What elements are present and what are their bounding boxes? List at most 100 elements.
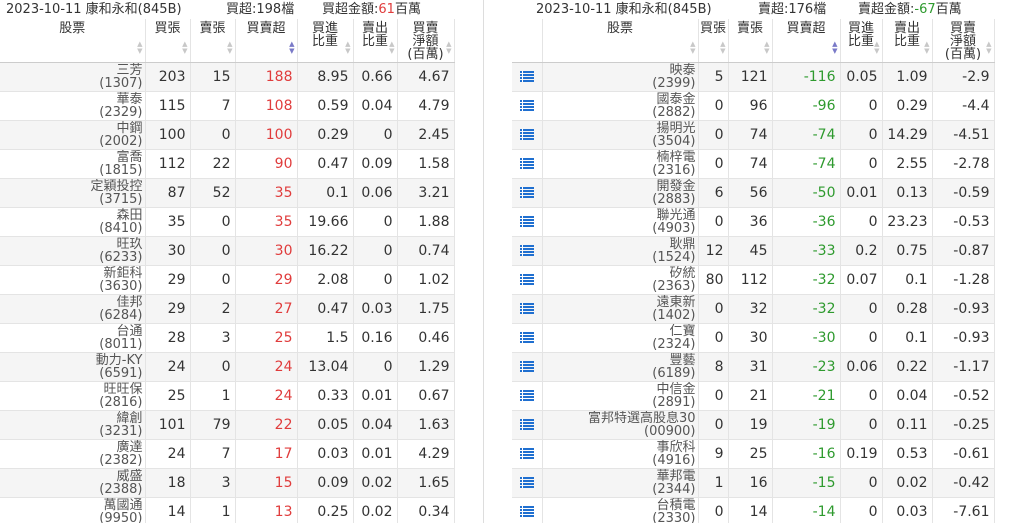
- stock-name[interactable]: 華泰: [0, 93, 142, 106]
- stock-name[interactable]: 遠東新: [543, 296, 695, 309]
- table-row[interactable]: 新鉅科 (3630) 29 0 29 2.08 0 1.02: [0, 265, 455, 295]
- sort-arrows-icon[interactable]: ▲ ▼: [986, 41, 991, 55]
- stock-cell[interactable]: 國泰金 (2882): [542, 91, 699, 121]
- stock-name[interactable]: 耿鼎: [543, 238, 695, 251]
- stock-cell[interactable]: 動力-KY (6591): [0, 352, 146, 382]
- stock-cell[interactable]: 矽統 (2363): [542, 265, 699, 295]
- row-action-cell[interactable]: [512, 178, 543, 208]
- sort-arrows-icon[interactable]: ▲ ▼: [720, 41, 725, 55]
- column-header-sell-lots[interactable]: 賣張 ▲ ▼: [190, 19, 236, 63]
- list-icon[interactable]: [519, 506, 534, 517]
- stock-name[interactable]: 富喬: [0, 151, 142, 164]
- stock-cell[interactable]: 中信金 (2891): [542, 381, 699, 411]
- stock-name[interactable]: 定穎投控: [0, 180, 142, 193]
- column-header-buy-lots[interactable]: 買張 ▲ ▼: [698, 19, 729, 63]
- sort-arrows-icon[interactable]: ▲ ▼: [227, 41, 232, 55]
- list-icon[interactable]: [519, 419, 534, 430]
- list-icon[interactable]: [519, 274, 534, 285]
- stock-cell[interactable]: 富邦特選高股息30 (00900): [542, 410, 699, 440]
- stock-cell[interactable]: 台積電 (2330): [542, 497, 699, 523]
- stock-cell[interactable]: 映泰 (2399): [542, 62, 699, 92]
- list-icon[interactable]: [519, 303, 534, 314]
- table-row[interactable]: 豐藝 (6189) 8 31 -23 0.06 0.22 -1.17: [512, 352, 995, 382]
- column-header-buy-ratio[interactable]: 買進 比重 ▲ ▼: [297, 19, 354, 63]
- stock-cell[interactable]: 旺旺保 (2816): [0, 381, 146, 411]
- table-row[interactable]: 揚明光 (3504) 0 74 -74 0 14.29 -4.51: [512, 120, 995, 150]
- row-action-cell[interactable]: [512, 439, 543, 469]
- stock-name[interactable]: 揚明光: [543, 122, 695, 135]
- list-icon[interactable]: [519, 100, 534, 111]
- table-row[interactable]: 華邦電 (2344) 1 16 -15 0 0.02 -0.42: [512, 468, 995, 498]
- stock-cell[interactable]: 萬國通 (9950): [0, 497, 146, 523]
- table-row[interactable]: 矽統 (2363) 80 112 -32 0.07 0.1 -1.28: [512, 265, 995, 295]
- column-header-net-lots[interactable]: 買賣超 ▲ ▼: [235, 19, 298, 63]
- column-header-net-amount[interactable]: 買賣 淨額 (百萬) ▲ ▼: [397, 19, 455, 63]
- stock-name[interactable]: 仁寶: [543, 325, 695, 338]
- stock-name[interactable]: 聯光通: [543, 209, 695, 222]
- stock-name[interactable]: 威盛: [0, 470, 142, 483]
- table-row[interactable]: 開發金 (2883) 6 56 -50 0.01 0.13 -0.59: [512, 178, 995, 208]
- stock-cell[interactable]: 耿鼎 (1524): [542, 236, 699, 266]
- stock-name[interactable]: 映泰: [543, 64, 695, 77]
- stock-cell[interactable]: 華泰 (2329): [0, 91, 146, 121]
- stock-name[interactable]: 台通: [0, 325, 142, 338]
- row-action-cell[interactable]: [512, 410, 543, 440]
- sort-arrows-icon[interactable]: ▲ ▼: [764, 41, 769, 55]
- sort-arrows-icon[interactable]: ▲ ▼: [924, 41, 929, 55]
- stock-cell[interactable]: 事欣科 (4916): [542, 439, 699, 469]
- stock-cell[interactable]: 威盛 (2388): [0, 468, 146, 498]
- row-action-cell[interactable]: [512, 236, 543, 266]
- list-icon[interactable]: [519, 245, 534, 256]
- stock-name[interactable]: 三芳: [0, 64, 142, 77]
- row-action-cell[interactable]: [512, 323, 543, 353]
- list-icon[interactable]: [519, 361, 534, 372]
- table-row[interactable]: 富喬 (1815) 112 22 90 0.47 0.09 1.58: [0, 149, 455, 179]
- stock-cell[interactable]: 富喬 (1815): [0, 149, 146, 179]
- row-action-cell[interactable]: [512, 468, 543, 498]
- row-action-cell[interactable]: [512, 91, 543, 121]
- table-row[interactable]: 聯光通 (4903) 0 36 -36 0 23.23 -0.53: [512, 207, 995, 237]
- sort-arrows-icon[interactable]: ▲ ▼: [446, 41, 451, 55]
- table-row[interactable]: 映泰 (2399) 5 121 -116 0.05 1.09 -2.9: [512, 62, 995, 92]
- list-icon[interactable]: [519, 390, 534, 401]
- table-row[interactable]: 中鋼 (2002) 100 0 100 0.29 0 2.45: [0, 120, 455, 150]
- stock-name[interactable]: 旺玖: [0, 238, 142, 251]
- table-row[interactable]: 遠東新 (1402) 0 32 -32 0 0.28 -0.93: [512, 294, 995, 324]
- stock-name[interactable]: 萬國通: [0, 499, 142, 512]
- table-row[interactable]: 緯創 (3231) 101 79 22 0.05 0.04 1.63: [0, 410, 455, 440]
- list-icon[interactable]: [519, 158, 534, 169]
- column-header-stock[interactable]: 股票 ▲ ▼: [0, 19, 146, 63]
- stock-cell[interactable]: 仁寶 (2324): [542, 323, 699, 353]
- stock-cell[interactable]: 三芳 (1307): [0, 62, 146, 92]
- stock-cell[interactable]: 緯創 (3231): [0, 410, 146, 440]
- stock-cell[interactable]: 佳邦 (6284): [0, 294, 146, 324]
- sort-arrows-icon[interactable]: ▲ ▼: [182, 41, 187, 55]
- row-action-cell[interactable]: [512, 120, 543, 150]
- column-header-net-amount[interactable]: 買賣 淨額 (百萬) ▲ ▼: [932, 19, 995, 63]
- stock-name[interactable]: 華邦電: [543, 470, 695, 483]
- stock-name[interactable]: 緯創: [0, 412, 142, 425]
- table-row[interactable]: 事欣科 (4916) 9 25 -16 0.19 0.53 -0.61: [512, 439, 995, 469]
- row-action-cell[interactable]: [512, 381, 543, 411]
- row-action-cell[interactable]: [512, 62, 543, 92]
- stock-name[interactable]: 佳邦: [0, 296, 142, 309]
- table-row[interactable]: 旺旺保 (2816) 25 1 24 0.33 0.01 0.67: [0, 381, 455, 411]
- stock-name[interactable]: 森田: [0, 209, 142, 222]
- table-row[interactable]: 台積電 (2330) 0 14 -14 0 0.03 -7.61: [512, 497, 995, 523]
- stock-cell[interactable]: 楠梓電 (2316): [542, 149, 699, 179]
- column-header-sell-ratio[interactable]: 賣出 比重 ▲ ▼: [353, 19, 398, 63]
- table-row[interactable]: 楠梓電 (2316) 0 74 -74 0 2.55 -2.78: [512, 149, 995, 179]
- stock-name[interactable]: 國泰金: [543, 93, 695, 106]
- sort-arrows-icon[interactable]: ▲ ▼: [289, 41, 294, 55]
- stock-cell[interactable]: 新鉅科 (3630): [0, 265, 146, 295]
- stock-name[interactable]: 台積電: [543, 499, 695, 512]
- stock-cell[interactable]: 旺玖 (6233): [0, 236, 146, 266]
- sort-arrows-icon[interactable]: ▲ ▼: [832, 41, 837, 55]
- table-row[interactable]: 廣達 (2382) 24 7 17 0.03 0.01 4.29: [0, 439, 455, 469]
- table-row[interactable]: 威盛 (2388) 18 3 15 0.09 0.02 1.65: [0, 468, 455, 498]
- row-action-cell[interactable]: [512, 149, 543, 179]
- column-header-buy-ratio[interactable]: 買進 比重 ▲ ▼: [840, 19, 883, 63]
- stock-name[interactable]: 楠梓電: [543, 151, 695, 164]
- stock-cell[interactable]: 揚明光 (3504): [542, 120, 699, 150]
- stock-cell[interactable]: 森田 (8410): [0, 207, 146, 237]
